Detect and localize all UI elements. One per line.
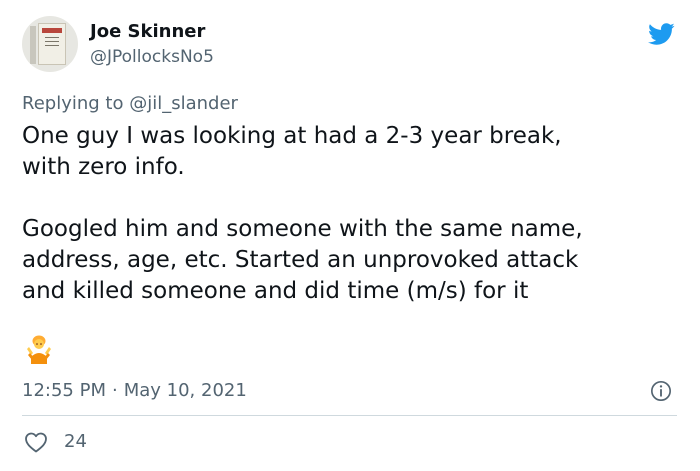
divider	[22, 415, 677, 416]
like-count: 24	[64, 431, 87, 452]
avatar-book-cover	[38, 23, 66, 65]
reply-mention-link[interactable]: @jil_slander	[129, 93, 238, 114]
tweet-timestamp[interactable]: 12:55 PM · May 10, 2021	[22, 379, 247, 403]
replying-prefix: Replying to	[22, 93, 130, 114]
meta-separator: ·	[111, 380, 118, 401]
avatar-book-spine	[30, 26, 36, 64]
replying-to: Replying to @jil_slander	[22, 92, 238, 116]
tweet-text: One guy I was looking at had a 2-3 year …	[22, 123, 583, 304]
tweet-date: May 10, 2021	[123, 380, 247, 401]
info-icon[interactable]	[650, 380, 672, 402]
person-shrugging-emoji	[27, 335, 51, 364]
twitter-bird-icon[interactable]	[645, 20, 677, 48]
avatar[interactable]	[22, 16, 78, 72]
tweet-time: 12:55 PM	[22, 380, 106, 401]
tweet-card: Joe Skinner @JPollocksNo5 Replying to @j…	[0, 0, 700, 471]
heart-icon[interactable]	[24, 431, 48, 453]
author-handle[interactable]: @JPollocksNo5	[90, 46, 214, 68]
author-name[interactable]: Joe Skinner	[90, 21, 205, 43]
